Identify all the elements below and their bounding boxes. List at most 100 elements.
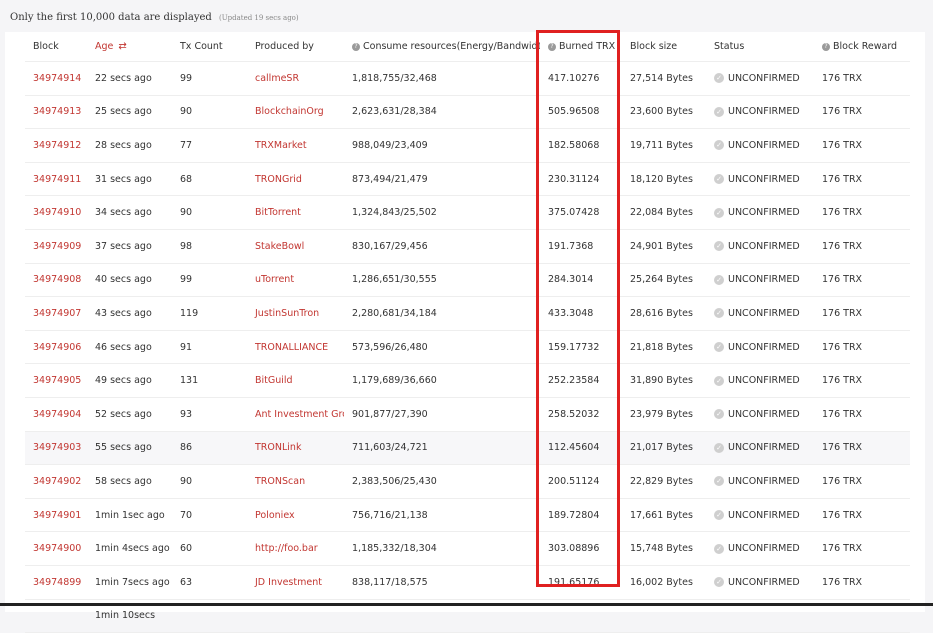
block-size: 25,264 Bytes (622, 263, 706, 298)
block-age: 1min 4secs ago (87, 531, 172, 566)
check-circle-icon: ✓ (714, 409, 724, 420)
check-circle-icon: ✓ (714, 342, 724, 353)
burned-trx: 191.7368 (540, 229, 622, 264)
check-circle-icon: ✓ (714, 140, 724, 151)
sort-swap-icon[interactable]: ⇄ (118, 41, 126, 52)
producer-link[interactable]: Poloniex (247, 498, 344, 533)
block-number-link[interactable]: 34974905 (25, 363, 87, 398)
check-circle-icon: ✓ (714, 274, 724, 285)
block-number-link[interactable]: 34974914 (25, 61, 87, 96)
consume-resources: 2,383,506/25,430 (344, 464, 540, 499)
burned-trx: 252.23584 (540, 363, 622, 398)
tx-count: 99 (172, 61, 247, 96)
producer-link[interactable]: http://foo.bar (247, 531, 344, 566)
producer-link[interactable]: BitTorrent (247, 195, 344, 230)
block-number-link[interactable]: 34974907 (25, 296, 87, 331)
col-age-header[interactable]: Age ⇄ (87, 32, 172, 62)
col-burned-header: ? Burned TRX (540, 32, 622, 62)
producer-link[interactable]: StakeBowl (247, 229, 344, 264)
burned-trx: 230.31124 (540, 162, 622, 197)
block-reward: 176 TRX (814, 95, 910, 130)
block-number-link[interactable]: 34974911 (25, 162, 87, 197)
col-block-header: Block (25, 32, 87, 62)
table-row: 34974905 49 secs ago 131 BitGuild 1,179,689/… (25, 363, 910, 398)
block-number-link[interactable]: 34974908 (25, 263, 87, 298)
producer-link[interactable]: Ant Investment Grc (247, 397, 344, 432)
block-number-link[interactable]: 34974909 (25, 229, 87, 264)
block-reward: 176 TRX (814, 229, 910, 264)
producer-link[interactable]: TRONLink (247, 431, 344, 466)
block-number-link[interactable]: 34974900 (25, 531, 87, 566)
consume-resources: 756,716/21,138 (344, 498, 540, 533)
status-badge: ✓ UNCONFIRMED (706, 263, 814, 298)
check-circle-icon: ✓ (714, 577, 724, 588)
block-number-link[interactable]: 34974906 (25, 330, 87, 365)
table-body: 34974914 22 secs ago 99 callmeSR 1,818,755/3… (25, 61, 910, 633)
check-circle-icon: ✓ (714, 308, 724, 319)
block-number-link[interactable]: 34974902 (25, 464, 87, 499)
table-row: 34974900 1min 4secs ago 60 http://foo.bar 1,… (25, 531, 910, 566)
block-reward: 176 TRX (814, 296, 910, 331)
block-age: 55 secs ago (87, 431, 172, 466)
block-number-link[interactable]: 34974910 (25, 195, 87, 230)
check-circle-icon: ✓ (714, 543, 724, 554)
block-reward: 176 TRX (814, 128, 910, 163)
tx-count: 91 (172, 330, 247, 365)
block-number-link[interactable]: 34974901 (25, 498, 87, 533)
check-circle-icon: ✓ (714, 476, 724, 487)
block-size: 21,017 Bytes (622, 431, 706, 466)
question-circle-icon[interactable]: ? (352, 42, 360, 51)
burned-trx: 303.08896 (540, 531, 622, 566)
check-circle-icon: ✓ (714, 241, 724, 252)
block-size: 23,600 Bytes (622, 95, 706, 130)
status-badge: ✓ UNCONFIRMED (706, 498, 814, 533)
status-badge: ✓ UNCONFIRMED (706, 397, 814, 432)
block-size: 22,084 Bytes (622, 195, 706, 230)
question-circle-icon[interactable]: ? (548, 42, 556, 51)
question-circle-icon[interactable]: ? (822, 42, 830, 51)
block-number-link[interactable]: 34974913 (25, 95, 87, 130)
table-row: 34974914 22 secs ago 99 callmeSR 1,818,755/3… (25, 61, 910, 96)
block-reward: 176 TRX (814, 531, 910, 566)
status-badge: ✓ UNCONFIRMED (706, 229, 814, 264)
block-number-link[interactable]: 34974912 (25, 128, 87, 163)
producer-link[interactable]: JustinSunTron (247, 296, 344, 331)
producer-link[interactable]: TRONGrid (247, 162, 344, 197)
check-circle-icon: ✓ (714, 442, 724, 453)
status-badge: ✓ UNCONFIRMED (706, 363, 814, 398)
status-badge: ✓ UNCONFIRMED (706, 464, 814, 499)
block-reward: 176 TRX (814, 565, 910, 600)
burned-trx: 375.07428 (540, 195, 622, 230)
tx-count: 131 (172, 363, 247, 398)
consume-resources: 573,596/26,480 (344, 330, 540, 365)
block-reward: 176 TRX (814, 330, 910, 365)
block-age: 52 secs ago (87, 397, 172, 432)
burned-trx: 505.96508 (540, 95, 622, 130)
burned-trx: 159.17732 (540, 330, 622, 365)
block-age: 22 secs ago (87, 61, 172, 96)
block-age: 40 secs ago (87, 263, 172, 298)
producer-link[interactable]: TRONALLIANCE (247, 330, 344, 365)
producer-link[interactable]: BitGuild (247, 363, 344, 398)
producer-link[interactable]: TRXMarket (247, 128, 344, 163)
consume-resources: 1,179,689/36,660 (344, 363, 540, 398)
notice-text: Only the first 10,000 data are displayed (10, 12, 212, 23)
status-badge: ✓ UNCONFIRMED (706, 296, 814, 331)
producer-link[interactable]: TRONScan (247, 464, 344, 499)
status-badge: ✓ UNCONFIRMED (706, 162, 814, 197)
producer-link[interactable]: callmeSR (247, 61, 344, 96)
tx-count: 77 (172, 128, 247, 163)
consume-resources: 838,117/18,575 (344, 565, 540, 600)
block-number-link[interactable]: 34974899 (25, 565, 87, 600)
block-age: 49 secs ago (87, 363, 172, 398)
producer-link[interactable]: uTorrent (247, 263, 344, 298)
consume-resources: 988,049/23,409 (344, 128, 540, 163)
block-reward: 176 TRX (814, 162, 910, 197)
block-size: 19,711 Bytes (622, 128, 706, 163)
block-number-link[interactable]: 34974903 (25, 431, 87, 466)
producer-link[interactable]: JD Investment (247, 565, 344, 600)
block-number-link[interactable]: 34974904 (25, 397, 87, 432)
block-reward: 176 TRX (814, 464, 910, 499)
block-age: 1min 7secs ago (87, 565, 172, 600)
producer-link[interactable]: BlockchainOrg (247, 95, 344, 130)
